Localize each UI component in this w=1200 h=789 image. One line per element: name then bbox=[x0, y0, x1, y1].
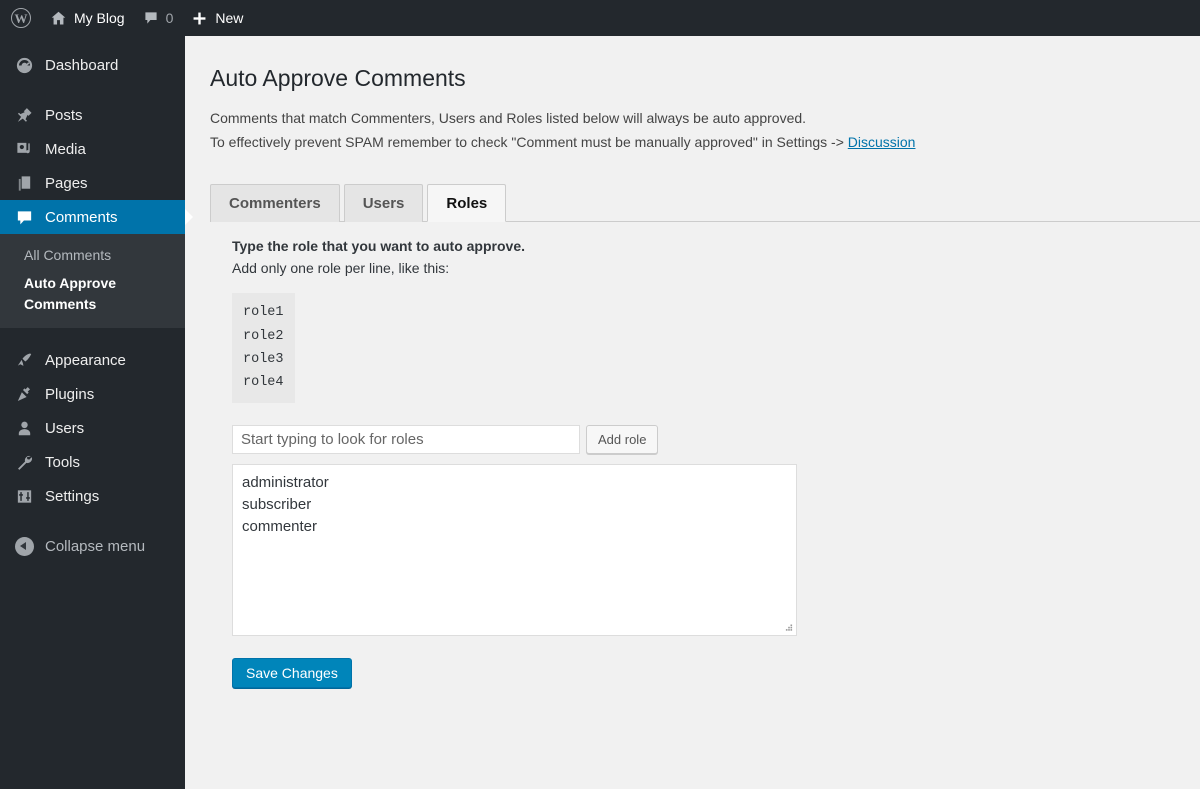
sidebar-item-label: Media bbox=[45, 140, 86, 158]
sidebar-item-tools[interactable]: Tools bbox=[0, 446, 185, 480]
sidebar-item-label: Appearance bbox=[45, 352, 126, 370]
add-role-row: Add role bbox=[232, 425, 1200, 455]
wrench-icon bbox=[12, 453, 36, 472]
sidebar-item-label: Comments bbox=[45, 208, 118, 226]
sidebar-item-label: Posts bbox=[45, 106, 83, 124]
tab-label: Users bbox=[362, 195, 405, 212]
settings-sliders-icon bbox=[12, 487, 36, 506]
example-line: role1 bbox=[243, 305, 284, 321]
site-name-menu[interactable]: My Blog bbox=[41, 0, 134, 36]
example-line: role4 bbox=[243, 375, 284, 391]
site-name-label: My Blog bbox=[74, 10, 125, 26]
submenu-item-label: All Comments bbox=[24, 247, 112, 263]
new-content-menu[interactable]: New bbox=[182, 0, 252, 36]
wordpress-logo-button[interactable]: W bbox=[0, 0, 41, 36]
roles-hint-secondary: Add only one role per line, like this: bbox=[232, 259, 450, 276]
page-description-line-2: To effectively prevent SPAM remember to … bbox=[185, 130, 1200, 154]
sidebar-item-label: Plugins bbox=[45, 386, 95, 404]
sidebar-item-label: Pages bbox=[45, 174, 88, 192]
comments-submenu: All Comments Auto Approve Comments bbox=[0, 234, 185, 328]
sidebar-top-spacer bbox=[0, 36, 185, 48]
dashboard-icon bbox=[12, 56, 36, 75]
tab-users[interactable]: Users bbox=[343, 184, 424, 222]
sidebar-item-settings[interactable]: Settings bbox=[0, 480, 185, 514]
plug-icon bbox=[12, 385, 36, 404]
submenu-item-label: Auto Approve Comments bbox=[24, 275, 117, 312]
tab-roles[interactable]: Roles bbox=[427, 184, 507, 222]
page-title: Auto Approve Comments bbox=[210, 65, 466, 91]
page-description-line-1: Comments that match Commenters, Users an… bbox=[210, 109, 807, 126]
sidebar-item-plugins[interactable]: Plugins bbox=[0, 378, 185, 412]
tab-bar: Commenters Users Roles bbox=[210, 180, 1200, 222]
comments-count: 0 bbox=[165, 10, 174, 26]
description-text: To effectively prevent SPAM remember to … bbox=[210, 133, 848, 150]
sidebar-divider bbox=[0, 514, 185, 530]
roles-textarea-wrapper bbox=[232, 464, 797, 637]
example-code-block: role1 role2 role3 role4 bbox=[232, 293, 295, 404]
collapse-menu-label: Collapse menu bbox=[45, 538, 146, 556]
home-icon bbox=[50, 10, 67, 27]
sidebar-item-pages[interactable]: Pages bbox=[0, 166, 185, 200]
sidebar-item-appearance[interactable]: Appearance bbox=[0, 344, 185, 378]
discussion-settings-link[interactable]: Discussion bbox=[848, 134, 916, 150]
sidebar-item-label: Tools bbox=[45, 454, 81, 472]
tab-label: Commenters bbox=[229, 195, 321, 212]
tab-label: Roles bbox=[446, 194, 488, 212]
save-changes-button[interactable]: Save Changes bbox=[232, 658, 352, 689]
comments-count-button[interactable]: 0 bbox=[134, 0, 183, 36]
pages-icon bbox=[12, 174, 36, 193]
submenu-item-auto-approve-comments[interactable]: Auto Approve Comments bbox=[0, 269, 185, 318]
collapse-arrow-icon bbox=[12, 537, 36, 557]
user-icon bbox=[12, 419, 36, 438]
paintbrush-icon bbox=[12, 351, 36, 370]
main-content: Auto Approve Comments Comments that matc… bbox=[185, 36, 1200, 789]
roles-textarea[interactable] bbox=[232, 464, 797, 637]
pin-icon bbox=[12, 106, 36, 125]
collapse-menu-button[interactable]: Collapse menu bbox=[0, 530, 185, 564]
roles-hint-primary: Type the role that you want to auto appr… bbox=[232, 238, 525, 254]
role-search-input[interactable] bbox=[232, 425, 580, 455]
example-line: role2 bbox=[243, 328, 284, 344]
plus-icon bbox=[191, 10, 208, 27]
sidebar-item-users[interactable]: Users bbox=[0, 412, 185, 446]
sidebar-item-comments[interactable]: Comments bbox=[0, 200, 193, 234]
sidebar-item-label: Users bbox=[45, 420, 85, 438]
sidebar-item-label: Dashboard bbox=[45, 56, 119, 74]
admin-bar: W My Blog 0 New bbox=[0, 0, 1200, 36]
media-icon bbox=[12, 140, 36, 159]
comment-bubble-icon bbox=[12, 208, 36, 227]
new-content-label: New bbox=[215, 10, 244, 26]
submenu-item-all-comments[interactable]: All Comments bbox=[0, 241, 185, 269]
wordpress-logo-icon: W bbox=[11, 8, 31, 28]
sidebar-item-label: Settings bbox=[45, 488, 100, 506]
sidebar-item-posts[interactable]: Posts bbox=[0, 98, 185, 132]
roles-panel: Type the role that you want to auto appr… bbox=[185, 236, 1200, 689]
sidebar-divider bbox=[0, 82, 185, 98]
tab-commenters[interactable]: Commenters bbox=[210, 184, 340, 222]
sidebar-divider bbox=[0, 328, 185, 344]
example-line: role3 bbox=[243, 351, 284, 367]
sidebar-item-media[interactable]: Media bbox=[0, 132, 185, 166]
comment-bubble-icon bbox=[143, 10, 159, 26]
add-role-button[interactable]: Add role bbox=[586, 425, 659, 455]
admin-sidebar-menu: Dashboard Posts Media Pages Comments All… bbox=[0, 36, 193, 789]
sidebar-item-dashboard[interactable]: Dashboard bbox=[0, 48, 185, 82]
